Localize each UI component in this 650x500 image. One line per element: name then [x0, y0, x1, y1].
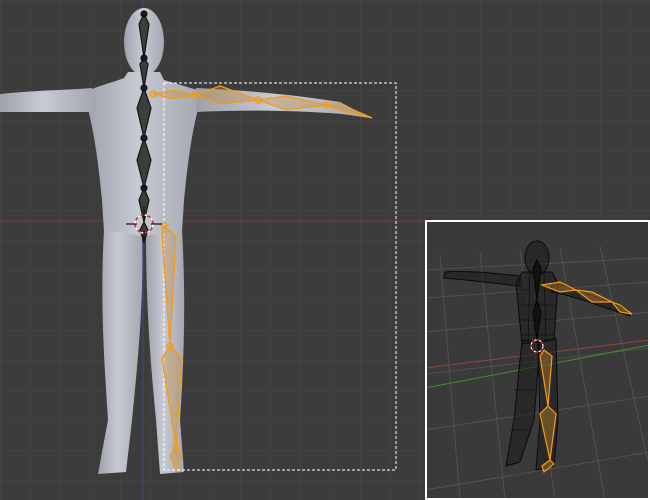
joint-wrist	[254, 96, 262, 104]
joint-head-top	[140, 10, 148, 18]
joint-spine	[140, 134, 148, 142]
joint-pelvis	[140, 184, 148, 192]
inset-perspective-view[interactable]	[425, 220, 650, 500]
joint-ankle	[172, 444, 180, 452]
inset-viewport-canvas[interactable]	[425, 220, 650, 500]
joint-chest	[140, 84, 148, 92]
3d-viewport[interactable]	[0, 0, 650, 500]
joint-hand	[322, 101, 330, 109]
joint-neck	[140, 54, 148, 62]
joint-knee	[166, 342, 174, 350]
joint-elbow	[192, 91, 200, 99]
joint-shoulder	[149, 90, 157, 98]
